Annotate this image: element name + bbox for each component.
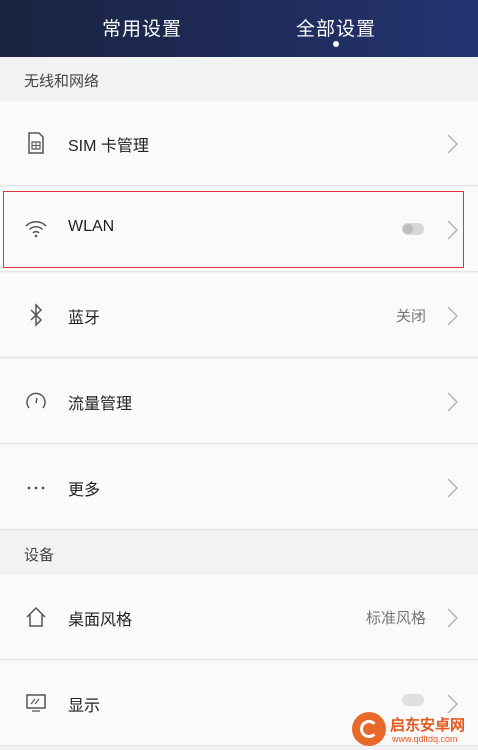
settings-item-wlan[interactable]: WLAN — [0, 187, 478, 272]
section-title: 无线和网络 — [24, 73, 100, 90]
settings-item-launcher-style[interactable]: 桌面风格 标准风格 — [0, 575, 478, 660]
tab-common-settings-label: 常用设置 — [101, 19, 182, 40]
chevron-right-icon — [446, 391, 460, 413]
home-icon — [24, 605, 48, 629]
tab-all-settings-label: 全部设置 — [295, 19, 376, 40]
settings-item-value: 关闭 — [395, 308, 426, 325]
settings-item-data-usage[interactable]: 流量管理 — [0, 359, 478, 444]
sim-card-icon — [24, 131, 48, 155]
more-dots-icon — [24, 475, 48, 499]
settings-item-label: 蓝牙 — [68, 310, 101, 327]
section-title: 设备 — [24, 547, 55, 564]
display-icon — [24, 691, 48, 715]
chevron-right-icon — [446, 219, 460, 241]
tab-all-settings[interactable]: 全部设置 — [236, 0, 436, 57]
chevron-right-icon — [446, 305, 460, 327]
section-header-wireless: 无线和网络 — [0, 57, 478, 101]
wlan-toggle[interactable] — [402, 223, 424, 235]
watermark-url: www.qdltdq.com — [392, 734, 458, 744]
settings-item-label: 显示 — [68, 698, 101, 715]
watermark-logo-icon — [352, 712, 386, 746]
settings-item-value: 标准风格 — [365, 610, 426, 627]
settings-item-more[interactable]: 更多 — [0, 445, 478, 530]
chevron-right-icon — [446, 477, 460, 499]
watermark: 启东安卓网 www.qdltdq.com — [352, 710, 478, 750]
settings-item-label: WLAN — [68, 218, 115, 235]
chevron-right-icon — [446, 607, 460, 629]
wifi-icon — [24, 217, 48, 241]
watermark-title: 启东安卓网 — [390, 717, 466, 734]
tab-common-settings[interactable]: 常用设置 — [42, 0, 242, 57]
gauge-icon — [24, 389, 48, 413]
display-indicator — [402, 694, 424, 706]
settings-item-sim-card[interactable]: SIM 卡管理 — [0, 101, 478, 186]
section-header-device: 设备 — [0, 531, 478, 575]
settings-item-bluetooth[interactable]: 蓝牙 关闭 — [0, 273, 478, 358]
settings-item-label: 更多 — [68, 482, 101, 499]
selected-tab-indicator — [333, 41, 339, 47]
top-tab-bar: 常用设置 全部设置 — [0, 0, 478, 57]
chevron-right-icon — [446, 133, 460, 155]
bluetooth-icon — [24, 303, 48, 327]
settings-item-label: SIM 卡管理 — [68, 138, 149, 155]
settings-item-label: 流量管理 — [68, 396, 133, 413]
settings-item-label: 桌面风格 — [68, 612, 133, 629]
